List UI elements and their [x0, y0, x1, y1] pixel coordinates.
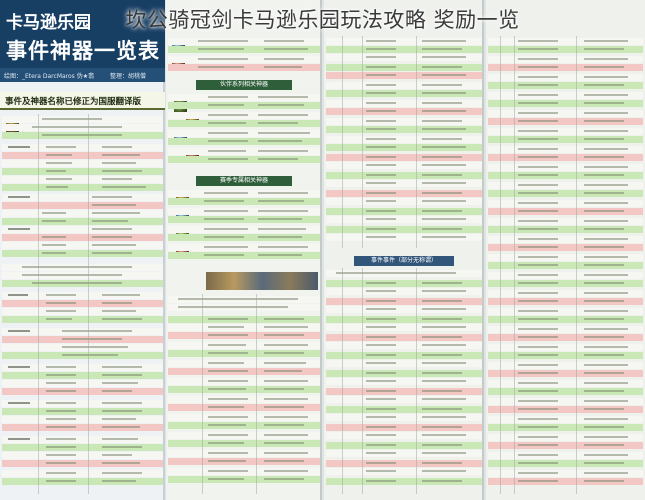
poster-column-2: 伙伴系列相关神器 赛季专属相关神器: [166, 0, 322, 500]
event-table-2a: [168, 36, 320, 78]
event-table-4: [488, 36, 643, 494]
hero-portrait-strip: [206, 272, 318, 290]
poster-column-3: 事件事件（部分无称谓）: [324, 0, 484, 500]
event-table-2d: [168, 294, 320, 494]
event-table-2c: [168, 188, 320, 266]
credits-bar: 绘图：_Etera DarcMaros 伪★翡 整理：胡桃僧: [0, 68, 165, 82]
section-header-season: 赛季专属相关神器: [196, 176, 292, 186]
banner-line-2: 事件神器一览表: [6, 39, 160, 63]
event-table-1: [2, 114, 163, 494]
section-header-partner: 伙伴系列相关神器: [196, 80, 292, 90]
page-headline: 坎公骑冠剑卡马逊乐园玩法攻略 奖励一览: [125, 8, 520, 32]
credit-editing: 整理：胡桃僧: [110, 73, 147, 80]
event-table-3a: [326, 36, 482, 248]
section-header-events: 事件事件（部分无称谓）: [354, 256, 454, 266]
event-table-3b: [326, 268, 482, 494]
event-table-2b: [168, 92, 320, 172]
credit-drawing: 绘图：_Etera DarcMaros 伪★翡: [4, 73, 95, 80]
poster-column-1: 卡马逊乐园 事件神器一览表 绘图：_Etera DarcMaros 伪★翡 整理…: [0, 0, 165, 500]
poster-column-4: [486, 0, 645, 500]
translation-note: 事件及神器名称已修正为国服翻译版: [0, 92, 165, 110]
event-artifact-poster: 卡马逊乐园 事件神器一览表 绘图：_Etera DarcMaros 伪★翡 整理…: [0, 0, 645, 500]
